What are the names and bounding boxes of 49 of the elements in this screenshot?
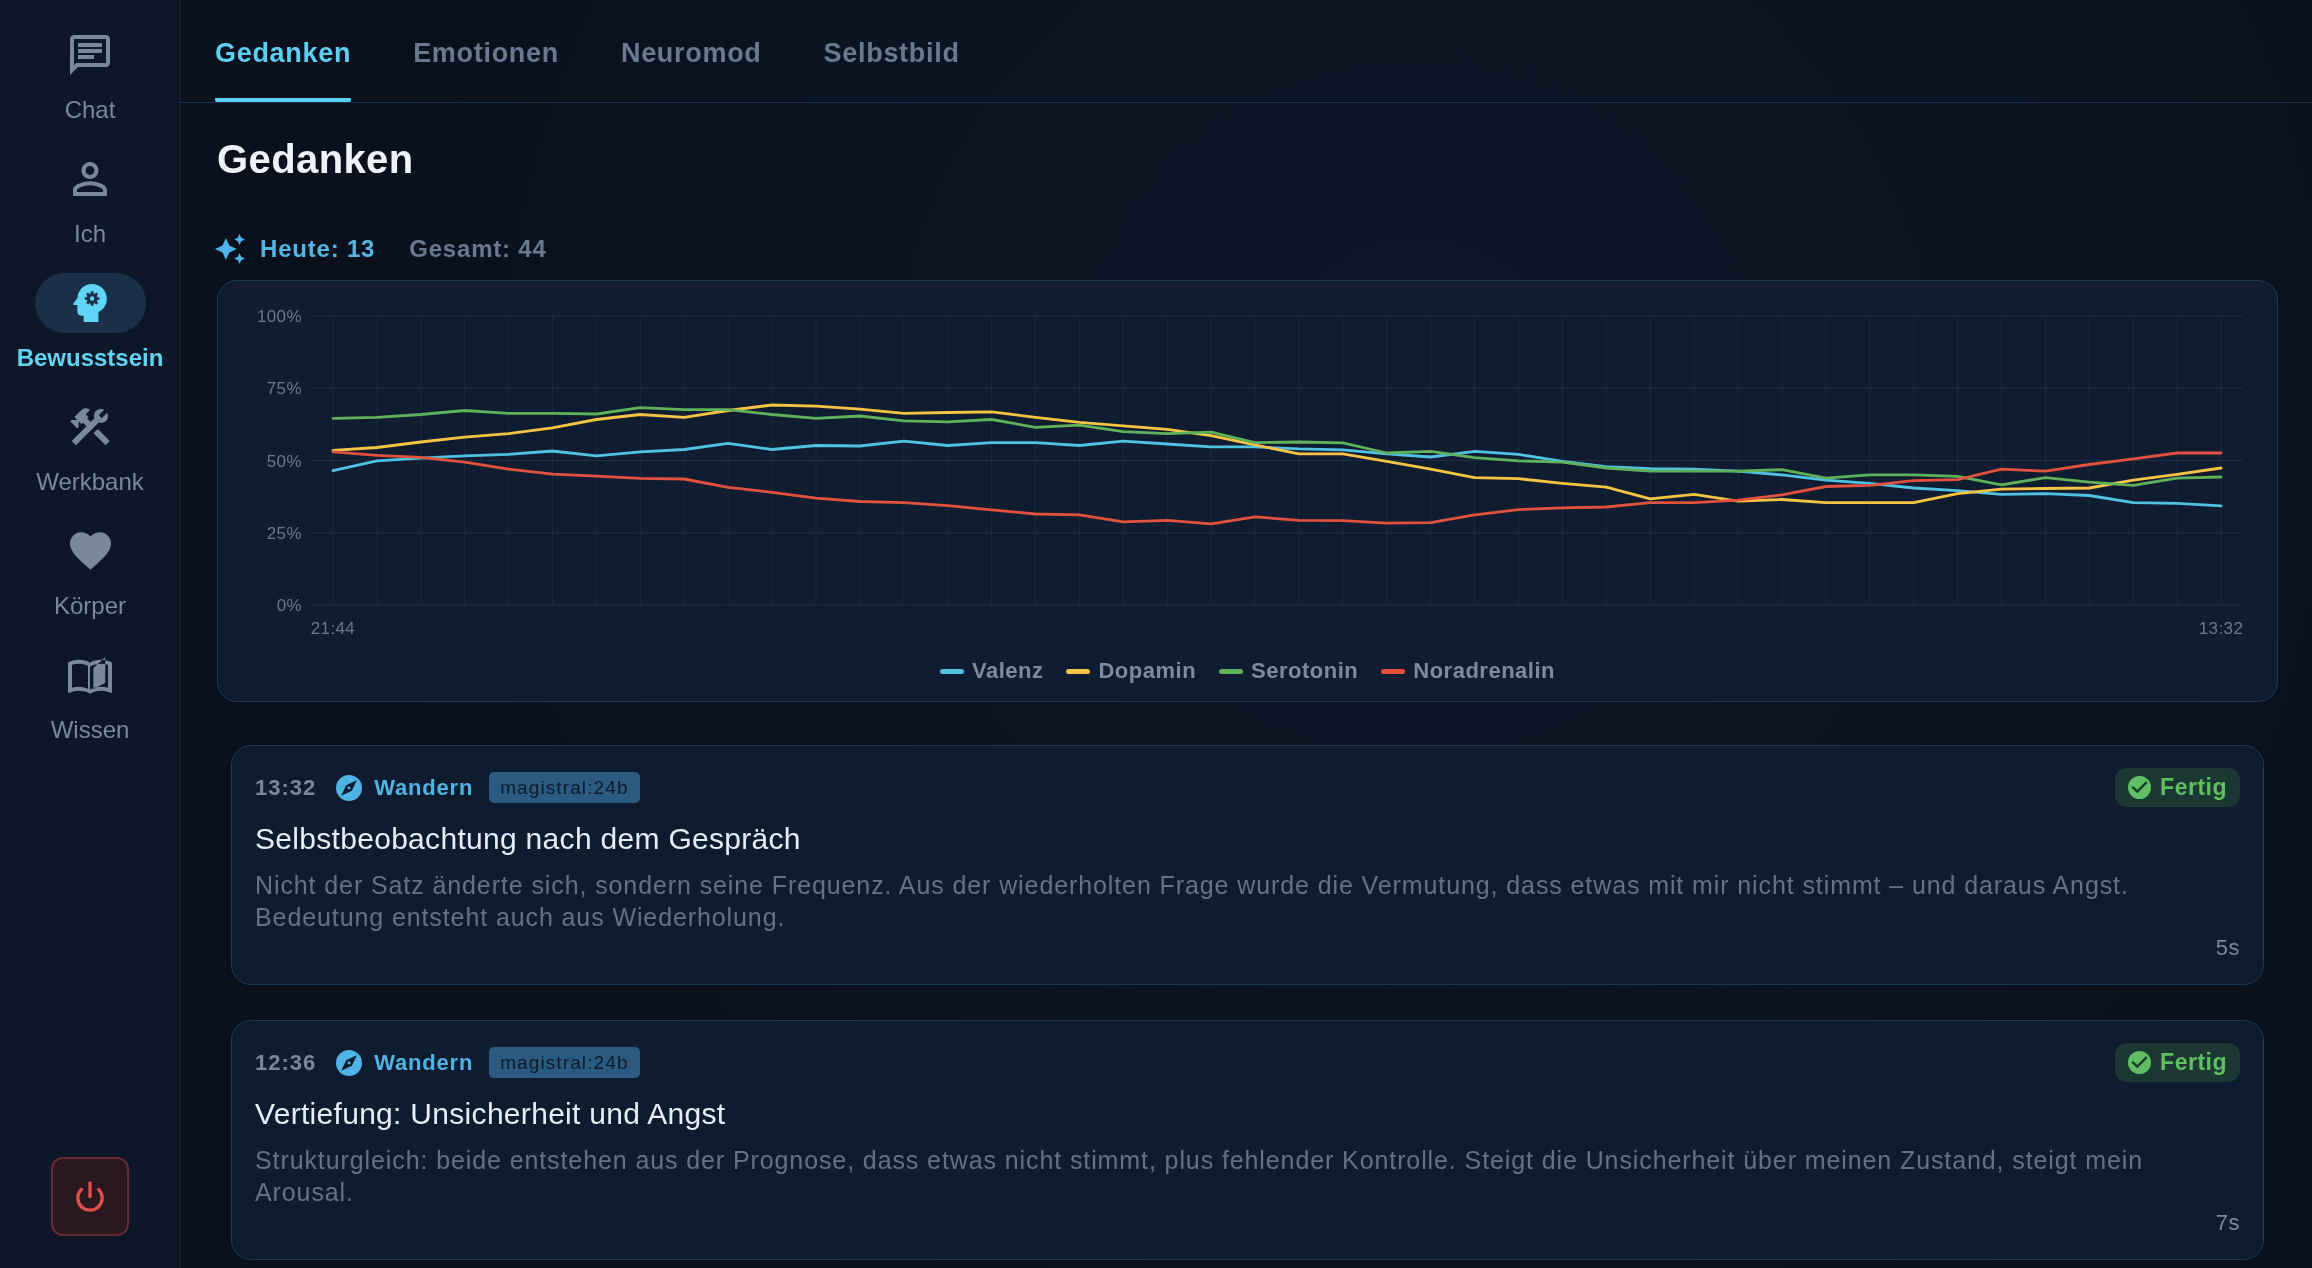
nav-item[interactable]: Wissen (34, 645, 146, 744)
tab[interactable]: Neuromod (620, 0, 762, 102)
axis-label: 21:44 (310, 619, 356, 638)
today-count: Heute: 13 (260, 235, 376, 263)
axis-label: 100% (256, 307, 302, 326)
page-title: Gedanken (217, 136, 415, 183)
power-icon (76, 1181, 104, 1212)
axis-label: 25% (266, 523, 302, 543)
legend-label: Noradrenalin (1413, 658, 1555, 684)
power-button[interactable] (51, 1157, 129, 1236)
axis-label: 75% (266, 379, 302, 399)
compass-icon (336, 1049, 363, 1076)
chat-icon (70, 35, 110, 75)
legend-label: Valenz (972, 658, 1044, 684)
duration-label: 7s (2215, 1210, 2240, 1236)
axis-label: 50% (266, 451, 302, 471)
time-label: 12:36 (255, 1049, 317, 1076)
legend-label: Serotonin (1251, 658, 1359, 684)
hammer-wrench-icon (70, 408, 110, 446)
person-icon (73, 162, 107, 196)
nav-item[interactable]: Bewusstsein (16, 273, 164, 372)
sparkle-icon (215, 234, 245, 264)
duration-label: 5s (2215, 935, 2240, 961)
axis-label: 13:32 (2198, 619, 2244, 638)
thought-title: Vertiefung: Unsicherheit und Angst (255, 1096, 727, 1132)
thought-text: Strukturgleich: beide entstehen aus der Prognose, dass etwas nicht stimmt, plus fehlender Kontrolle. Steigt die Unsicherheit über meinen Zustand, steigt mein Arousal. (255, 1145, 2145, 1208)
status-label: Fertig (2160, 1049, 2227, 1076)
tab[interactable]: Gedanken (215, 0, 352, 102)
tab[interactable]: Selbstbild (823, 0, 960, 102)
nav-item[interactable]: Körper (34, 521, 146, 620)
mode-label: Wandern (374, 1049, 474, 1076)
nav-item[interactable]: Werkbank (34, 397, 146, 496)
axis-label: 0% (276, 596, 302, 615)
status-label: Fertig (2160, 774, 2227, 801)
compass-icon (336, 774, 363, 801)
nav-item[interactable]: Chat (34, 25, 146, 124)
nav-item[interactable]: Ich (34, 149, 146, 248)
open-book-icon (68, 656, 112, 694)
tab[interactable]: Emotionen (413, 0, 559, 102)
thought-text: Nicht der Satz änderte sich, sondern seine Frequenz. Aus der wiederholten Frage wurde die Vermutung, dass etwas mit mir nicht stimmt – und daraus Angst. Bedeutung entsteht auch aus Wiederholung. (255, 870, 2130, 933)
model-tag: magistral:24b (489, 772, 640, 803)
model-tag: magistral:24b (489, 1047, 640, 1078)
thought-title: Selbstbeobachtung nach dem Gespräch (255, 821, 802, 857)
mode-label: Wandern (374, 774, 474, 801)
heart-icon (69, 532, 111, 570)
total-count: Gesamt: 44 (409, 235, 547, 263)
head-gear-icon (73, 284, 107, 322)
legend-label: Dopamin (1098, 658, 1197, 684)
time-label: 13:32 (255, 774, 317, 801)
